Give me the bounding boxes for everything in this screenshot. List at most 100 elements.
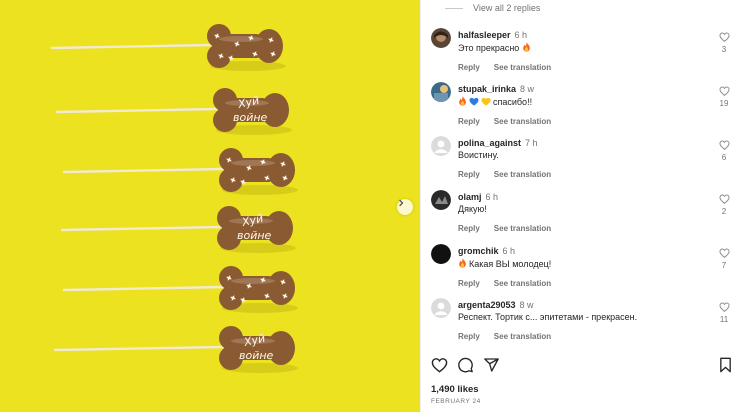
comment-actions: Reply See translation (458, 63, 708, 72)
comment-time[interactable]: 6 h (515, 30, 528, 40)
comment-body: stupak_irinka 8 w спасибо!! Reply See transl… (458, 84, 708, 126)
comment-item: olamj 6 h Дякую! Reply See translation 2 (431, 190, 740, 244)
reply-button[interactable]: Reply (458, 63, 480, 72)
comment-username[interactable]: stupak_irinka (458, 84, 516, 94)
lollipop-highlight (231, 160, 275, 166)
reply-button[interactable]: Reply (458, 332, 480, 341)
lollipop: Хуйвойне (60, 206, 296, 253)
comment-like-count: 3 (721, 45, 727, 54)
comment-time[interactable]: 8 w (520, 300, 534, 310)
see-translation-button[interactable]: See translation (494, 63, 551, 72)
lollipop-head (267, 271, 295, 305)
comment-time[interactable]: 7 h (525, 138, 538, 148)
comment-avatar[interactable] (431, 82, 451, 102)
lollipop-head (255, 29, 283, 63)
lollipop-stick (62, 167, 226, 174)
fire-emoji-icon (459, 258, 466, 268)
comment-avatar[interactable] (431, 190, 451, 210)
lollipop-stick (60, 225, 224, 232)
lollipop: Хуйвойне (55, 88, 292, 135)
fire-emoji-icon (522, 42, 530, 52)
likes-count[interactable]: 1,490 likes (431, 384, 479, 395)
comment-actions: Reply See translation (458, 279, 708, 288)
see-translation-button[interactable]: See translation (494, 332, 551, 341)
reply-button[interactable]: Reply (458, 170, 480, 179)
reply-button[interactable]: Reply (458, 224, 480, 233)
comment-body: argenta29053 8 w Респект. Тортик с... эпит… (458, 300, 708, 341)
heart-icon[interactable] (718, 302, 730, 312)
comment-like: 3 (717, 32, 731, 54)
see-translation-button[interactable]: See translation (494, 224, 551, 233)
lollipop-stick (53, 345, 226, 352)
reply-button[interactable]: Reply (458, 117, 480, 126)
comment-like: 2 (717, 194, 731, 216)
comment-time[interactable]: 6 h (503, 246, 516, 256)
lollipops-photo: Хуйвойне Хуйвойне Хуйвойне (50, 24, 298, 373)
lollipop (62, 148, 298, 195)
comment-text-line: Респект. Тортик с... эпитетами - прекрас… (458, 312, 708, 323)
heart-icon[interactable] (718, 32, 730, 42)
heart-icon[interactable] (431, 357, 448, 373)
comment-like: 11 (717, 302, 731, 324)
comment-like-count: 19 (719, 99, 729, 108)
comment-body: olamj 6 h Дякую! Reply See translation (458, 192, 708, 233)
replies-divider (445, 7, 463, 9)
lollipop (50, 24, 286, 71)
comment-header: argenta29053 8 w (458, 300, 708, 311)
lollipop-stick (62, 285, 226, 292)
comment-username[interactable]: polina_against (458, 138, 521, 148)
comment-text-line: Какая ВЫ молодец! (458, 258, 708, 270)
lollipop-stick (50, 43, 214, 50)
comment-like: 6 (717, 140, 731, 162)
comment-text: Респект. Тортик с... эпитетами - прекрас… (458, 312, 638, 322)
lollipop-text-line2: войне (237, 229, 272, 242)
lollipop (62, 266, 298, 313)
comment-like-count: 11 (719, 315, 729, 324)
see-translation-button[interactable]: See translation (494, 279, 551, 288)
comment-actions: Reply See translation (458, 117, 708, 126)
lollipop-head (267, 153, 295, 187)
see-translation-button[interactable]: See translation (494, 117, 551, 126)
post-date: FEBRUARY 24 (431, 398, 481, 405)
comment-time[interactable]: 6 h (486, 192, 499, 202)
comment-username[interactable]: argenta29053 (458, 300, 516, 310)
comment-username[interactable]: halfasleeper (458, 30, 511, 40)
comment-username[interactable]: gromchik (458, 246, 499, 256)
share-icon[interactable] (483, 357, 500, 373)
comment-text-line: Воистину. (458, 150, 708, 161)
comment-text: Дякую! (458, 204, 487, 214)
comment-avatar[interactable] (431, 136, 451, 156)
comment-time[interactable]: 8 w (520, 84, 534, 94)
comment-body: halfasleeper 6 h Это прекрасно Reply See tr… (458, 30, 708, 72)
comment-actions: Reply See translation (458, 332, 708, 341)
blue-heart-emoji-icon (469, 97, 479, 106)
view-replies-link[interactable]: View all 2 replies (445, 3, 540, 13)
comment-header: gromchik 6 h (458, 246, 708, 257)
comment-avatar[interactable] (431, 298, 451, 318)
reply-button[interactable]: Reply (458, 279, 480, 288)
comment-item: polina_against 7 h Воистину. Reply See trans… (431, 136, 740, 190)
see-translation-button[interactable]: See translation (494, 170, 551, 179)
comment-item: halfasleeper 6 h Это прекрасно Reply See tr… (431, 28, 740, 82)
lollipop-text-line2: войне (239, 349, 274, 362)
lollipop-highlight (219, 36, 263, 42)
comment-text: спасибо!! (493, 97, 533, 107)
comment-item: argenta29053 8 w Респект. Тортик с... эпит… (431, 298, 740, 352)
heart-icon[interactable] (718, 194, 730, 204)
comment-body: polina_against 7 h Воистину. Reply See trans… (458, 138, 708, 179)
fire-emoji-icon (459, 96, 466, 106)
comment-avatar[interactable] (431, 244, 451, 264)
bookmark-icon[interactable] (718, 357, 733, 373)
heart-icon[interactable] (718, 140, 730, 150)
comment-avatar[interactable] (431, 28, 451, 48)
lollipop: Хуйвойне (53, 326, 298, 373)
comment-item: gromchik 6 h Какая ВЫ молодец! Reply See tra… (431, 244, 740, 298)
heart-icon[interactable] (718, 86, 730, 96)
comment-username[interactable]: olamj (458, 192, 482, 202)
view-replies-label: View all 2 replies (473, 3, 541, 13)
comment-icon[interactable] (457, 357, 474, 373)
heart-icon[interactable] (718, 248, 730, 258)
next-image-button[interactable] (397, 199, 413, 215)
comment-header: polina_against 7 h (458, 138, 708, 149)
comments-panel: View all 2 replies halfasleeper 6 h Это пр… (420, 0, 740, 412)
